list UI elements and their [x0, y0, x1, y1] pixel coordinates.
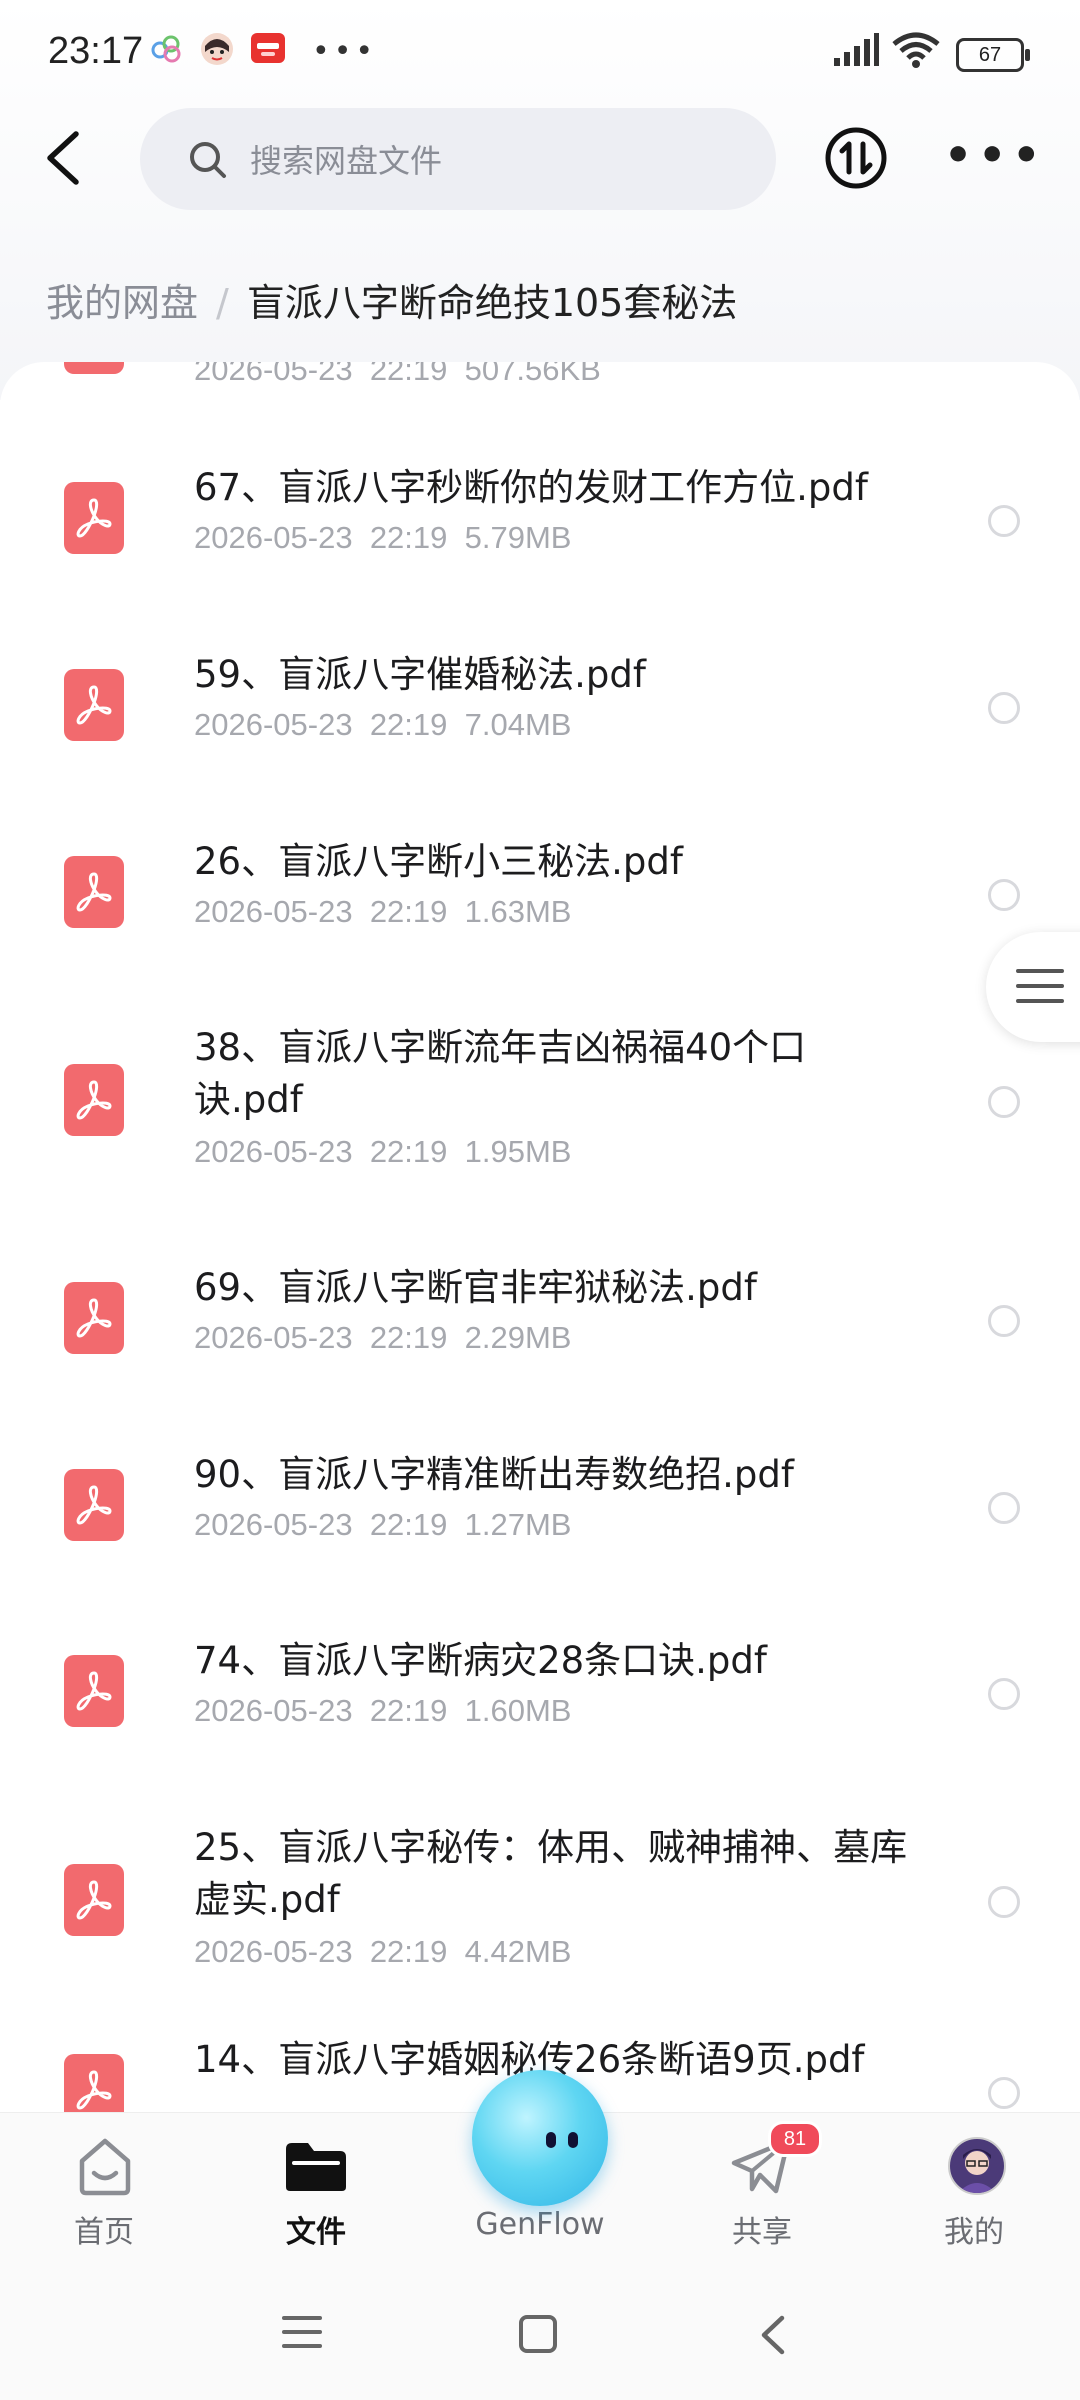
file-meta: 2026-05-23 22:19 1.95MB	[194, 1134, 572, 1169]
file-meta: 2026-05-23 22:19 507.56KB	[194, 362, 601, 387]
file-row[interactable]: 90、盲派八字精准断出寿数绝招.pdf 2026-05-23 22:19 1.2…	[0, 1449, 1080, 1609]
wifi-icon	[892, 32, 940, 68]
file-name: 59、盲派八字催婚秘法.pdf	[194, 653, 646, 696]
avatar	[948, 2137, 1006, 2195]
avatar-notification-icon	[201, 33, 233, 65]
search-icon	[190, 142, 226, 178]
select-radio[interactable]	[988, 1305, 1020, 1337]
home-square-icon[interactable]	[518, 2314, 558, 2354]
home-icon	[79, 2138, 131, 2196]
tab-share-label: 共享	[732, 2215, 792, 2250]
tab-genflow-label: GenFlow	[475, 2207, 605, 2242]
more-notifications-icon: •••	[312, 34, 378, 69]
pdf-file-icon	[64, 1064, 124, 1136]
breadcrumb-root[interactable]: 我的网盘	[46, 281, 198, 325]
file-meta: 2026-05-23 22:19 1.63MB	[194, 894, 572, 929]
file-row[interactable]: 67、盲派八字秒断你的发财工作方位.pdf 2026-05-23 22:19 5…	[0, 462, 1080, 622]
search-placeholder: 搜索网盘文件	[250, 142, 443, 180]
news-app-icon	[251, 33, 285, 63]
back-button[interactable]	[40, 128, 86, 188]
file-row[interactable]: 69、盲派八字断官非牢狱秘法.pdf 2026-05-23 22:19 2.29…	[0, 1262, 1080, 1422]
battery-indicator: 67	[956, 38, 1030, 72]
system-navigation-bar	[0, 2282, 1080, 2400]
pdf-file-icon	[64, 482, 124, 554]
pdf-file-icon	[64, 1655, 124, 1727]
status-bar: 23:17 ••• 67	[0, 0, 1080, 110]
more-options-icon[interactable]: •••	[944, 134, 1046, 178]
file-row[interactable]: 2026-05-23 22:19 507.56KB	[0, 362, 1080, 402]
file-meta: 2026-05-23 22:19 2.29MB	[194, 1320, 572, 1355]
transfer-list-icon[interactable]	[824, 126, 888, 190]
breadcrumb-current: 盲派八字断命绝技105套秘法	[246, 281, 738, 325]
pdf-file-icon	[64, 856, 124, 928]
select-radio[interactable]	[988, 1086, 1020, 1118]
file-meta: 2026-05-23 22:19 1.60MB	[194, 1693, 572, 1728]
pdf-file-icon	[64, 362, 124, 374]
file-name: 25、盲派八字秘传：体用、贼神捕神、墓库虚实.pdf	[194, 1826, 908, 1921]
tab-mine[interactable]: 我的	[884, 2113, 1064, 2283]
mascot-eye	[568, 2132, 578, 2148]
select-radio[interactable]	[988, 879, 1020, 911]
file-name: 90、盲派八字精准断出寿数绝招.pdf	[194, 1453, 794, 1496]
genflow-mascot-icon[interactable]	[472, 2070, 608, 2206]
status-time: 23:17	[48, 30, 144, 72]
tab-home[interactable]: 首页	[14, 2113, 194, 2283]
file-name: 67、盲派八字秒断你的发财工作方位.pdf	[194, 466, 868, 509]
file-row[interactable]: 26、盲派八字断小三秘法.pdf 2026-05-23 22:19 1.63MB	[0, 836, 1080, 996]
select-radio[interactable]	[988, 1886, 1020, 1918]
file-list: 2026-05-23 22:19 507.56KB 67、盲派八字秒断你的发财工…	[0, 362, 1080, 2112]
pdf-file-icon	[64, 1469, 124, 1541]
file-row[interactable]: 59、盲派八字催婚秘法.pdf 2026-05-23 22:19 7.04MB	[0, 649, 1080, 809]
file-meta: 2026-05-23 22:19 7.04MB	[194, 707, 572, 742]
breadcrumb: 我的网盘 / 盲派八字断命绝技105套秘法	[46, 272, 737, 327]
select-radio[interactable]	[988, 2077, 1020, 2109]
recent-apps-icon[interactable]	[282, 2314, 322, 2350]
select-radio[interactable]	[988, 505, 1020, 537]
battery-level: 67	[978, 44, 1002, 66]
file-meta: 2026-05-23 22:19 5.79MB	[194, 520, 572, 555]
menu-lines-icon	[1016, 969, 1064, 1003]
file-name: 26、盲派八字断小三秘法.pdf	[194, 840, 683, 883]
pdf-file-icon	[64, 2054, 124, 2112]
folder-icon	[286, 2143, 346, 2191]
mascot-eye	[546, 2132, 556, 2148]
pdf-file-icon	[64, 1864, 124, 1936]
breadcrumb-separator: /	[216, 281, 229, 325]
select-radio[interactable]	[988, 692, 1020, 724]
file-meta: 2026-05-23 22:19 1.27MB	[194, 1507, 572, 1542]
share-badge: 81	[768, 2121, 822, 2157]
tab-files[interactable]: 文件	[226, 2113, 406, 2283]
file-row[interactable]: 25、盲派八字秘传：体用、贼神捕神、墓库虚实.pdf 2026-05-23 22…	[0, 1822, 1080, 2022]
file-meta: 2026-05-23 22:19 4.42MB	[194, 1934, 572, 1969]
search-bar[interactable]: 搜索网盘文件	[140, 108, 776, 210]
system-back-icon[interactable]	[758, 2314, 788, 2356]
tab-files-label: 文件	[286, 2215, 346, 2250]
tab-mine-label: 我的	[944, 2215, 1004, 2250]
select-radio[interactable]	[988, 1492, 1020, 1524]
pdf-file-icon	[64, 669, 124, 741]
file-name: 74、盲派八字断病灾28条口诀.pdf	[194, 1639, 767, 1682]
signal-icon	[834, 33, 879, 66]
select-radio[interactable]	[988, 1678, 1020, 1710]
cloud-app-icon	[151, 35, 181, 63]
file-row[interactable]: 74、盲派八字断病灾28条口诀.pdf 2026-05-23 22:19 1.6…	[0, 1635, 1080, 1795]
tab-home-label: 首页	[74, 2215, 134, 2250]
file-name: 69、盲派八字断官非牢狱秘法.pdf	[194, 1266, 757, 1309]
tab-share[interactable]: 81 共享	[672, 2113, 852, 2283]
pdf-file-icon	[64, 1282, 124, 1354]
file-name: 38、盲派八字断流年吉凶祸福40个口诀.pdf	[194, 1026, 807, 1121]
file-row[interactable]: 38、盲派八字断流年吉凶祸福40个口诀.pdf 2026-05-23 22:19…	[0, 1022, 1080, 1222]
